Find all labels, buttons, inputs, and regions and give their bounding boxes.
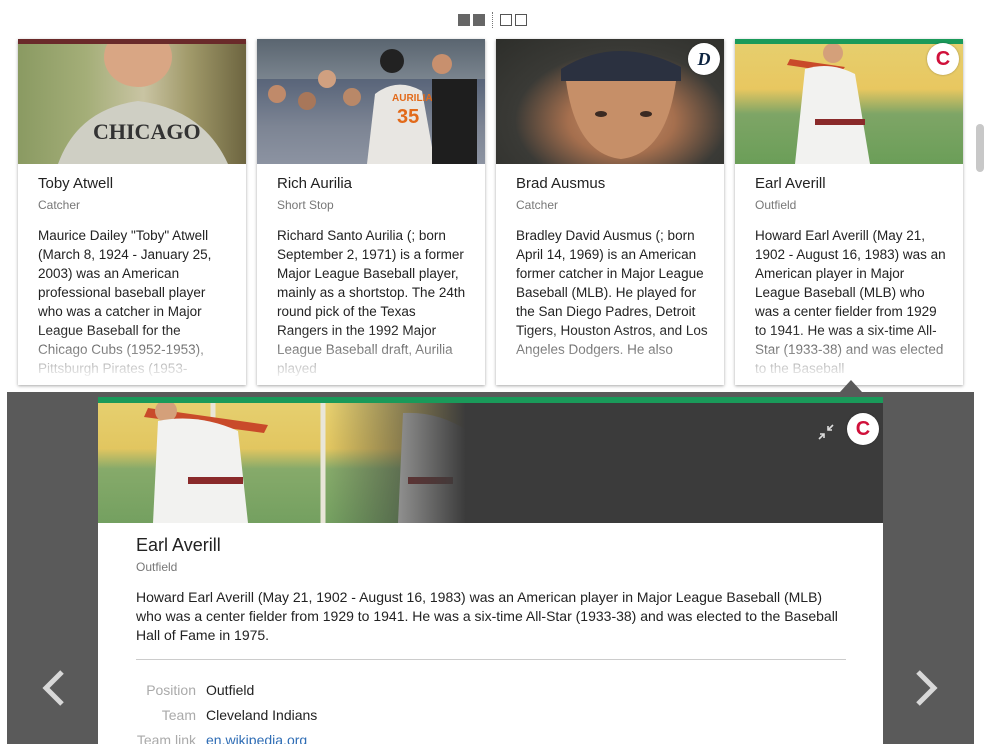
team-color-bar: [735, 39, 963, 44]
page: CHICAGO Toby Atwell Catcher Maurice Dail…: [0, 0, 992, 744]
team-link[interactable]: en.wikipedia.org: [206, 732, 307, 744]
player-name: Brad Ausmus: [516, 175, 606, 192]
fact-label: Team link: [136, 732, 196, 744]
indians-c-icon: C: [935, 47, 951, 70]
player-position: Short Stop: [277, 198, 334, 212]
divider: [136, 659, 846, 660]
selection-pointer: [840, 380, 862, 392]
indians-c-icon: C: [855, 417, 871, 440]
toggle-divider: [492, 12, 493, 28]
player-card-selected[interactable]: C Earl Averill Outfield Howard Earl Aver…: [735, 39, 963, 385]
collapse-icon[interactable]: [817, 423, 835, 441]
jersey-number: 35: [397, 106, 419, 128]
previous-button[interactable]: [38, 668, 68, 708]
fact-label: Team: [161, 707, 196, 723]
scrollbar-thumb[interactable]: [976, 124, 984, 172]
team-logo-badge: C: [927, 43, 959, 75]
detail-description: Howard Earl Averill (May 21, 1902 - Augu…: [136, 589, 838, 643]
hero-fade: [328, 403, 473, 523]
team-color-bar: [18, 39, 246, 44]
text-fade: [735, 329, 963, 385]
text-fade: [257, 329, 485, 385]
text-fade: [18, 329, 246, 385]
player-position: Outfield: [755, 198, 797, 212]
card-view-icon[interactable]: [515, 14, 527, 26]
detail-hero: C: [98, 403, 883, 523]
player-position: Catcher: [38, 198, 81, 212]
player-card-list: CHICAGO Toby Atwell Catcher Maurice Dail…: [18, 39, 964, 385]
player-card[interactable]: AURILIA 35 Rich Aurilia Short Stop Richa…: [257, 39, 485, 385]
fact-value: Cleveland Indians: [206, 707, 318, 723]
text-fade: [496, 329, 724, 385]
chevron-left-icon: [42, 670, 64, 706]
jersey-text: AURILIA: [392, 93, 433, 104]
fact-value: Outfield: [206, 682, 255, 698]
player-photo: AURILIA 35: [257, 39, 485, 164]
view-toggle-group: [458, 12, 527, 28]
player-name: Toby Atwell: [38, 175, 114, 192]
player-photo-art: CHICAGO: [58, 39, 228, 164]
detail-player-position: Outfield: [136, 560, 178, 574]
fact-label: Position: [146, 682, 196, 698]
player-photo: CHICAGO: [18, 39, 246, 164]
jersey-text: CHICAGO: [93, 119, 201, 144]
team-logo-badge: C: [847, 413, 879, 445]
player-name: Rich Aurilia: [277, 175, 353, 192]
team-logo-badge: D: [688, 43, 720, 75]
grid-view-icon[interactable]: [458, 14, 470, 26]
player-detail-panel: C Earl Averill Outfield Howard Earl Aver…: [98, 397, 883, 744]
chevron-right-icon: [916, 670, 938, 706]
next-button[interactable]: [912, 668, 942, 708]
player-position: Catcher: [516, 198, 559, 212]
grid-view-icon[interactable]: [473, 14, 485, 26]
card-view-icon[interactable]: [500, 14, 512, 26]
tigers-d-icon: D: [697, 48, 711, 69]
player-photo-art: AURILIA 35: [257, 49, 485, 164]
detail-player-name: Earl Averill: [136, 535, 221, 555]
player-name: Earl Averill: [755, 175, 826, 192]
player-card[interactable]: CHICAGO Toby Atwell Catcher Maurice Dail…: [18, 39, 246, 385]
player-card[interactable]: D Brad Ausmus Catcher Bradley David Ausm…: [496, 39, 724, 385]
